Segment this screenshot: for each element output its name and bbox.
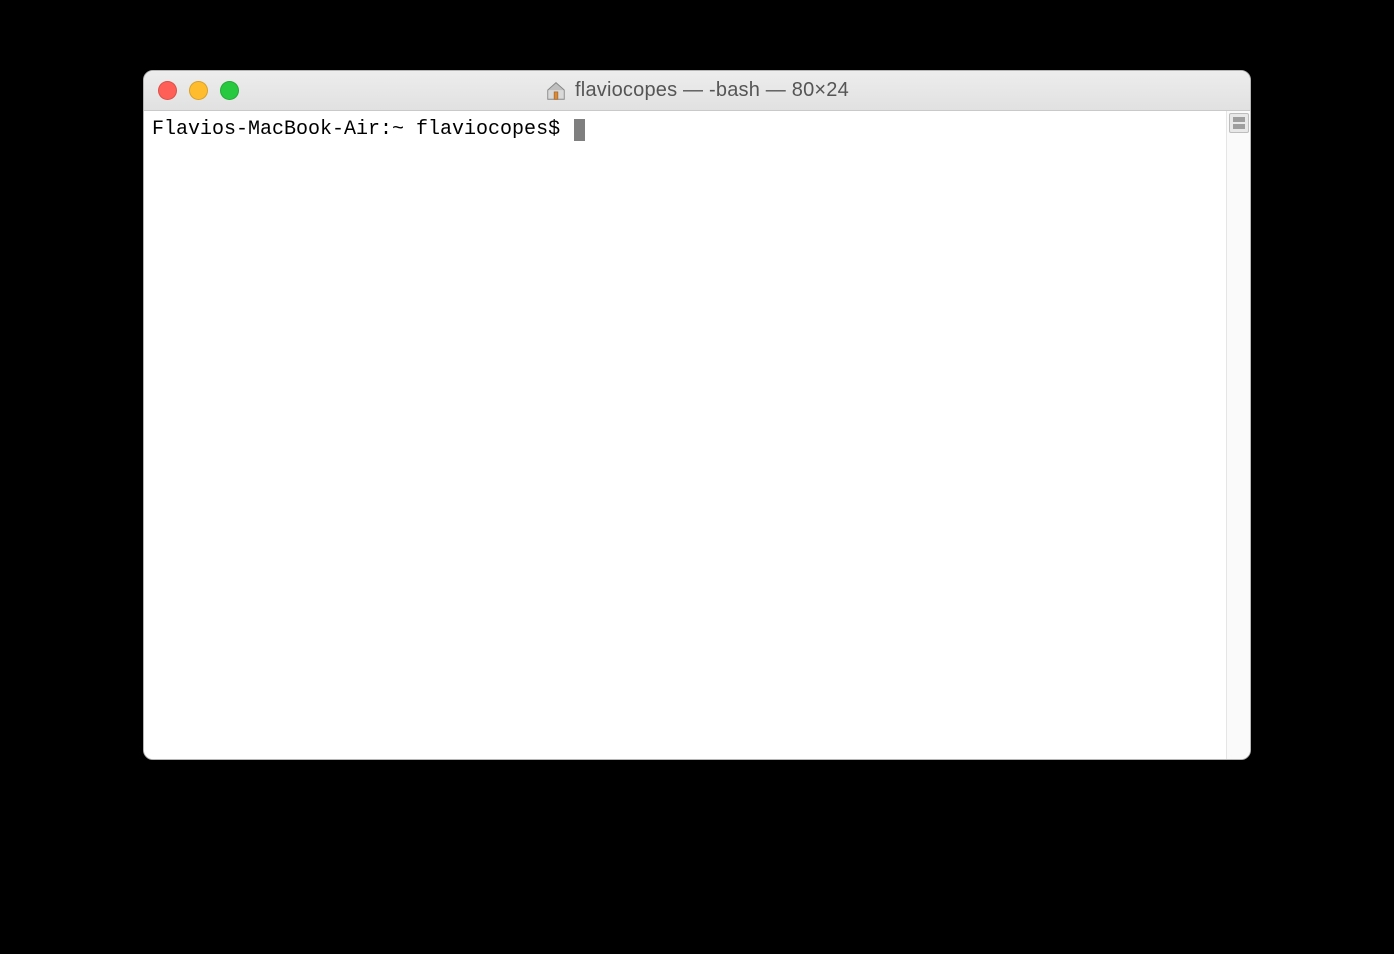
scrollbar-track[interactable]	[1227, 133, 1250, 759]
traffic-lights	[158, 81, 239, 100]
window-title: flaviocopes — -bash — 80×24	[575, 79, 849, 102]
window-titlebar[interactable]: flaviocopes — -bash — 80×24	[144, 71, 1250, 111]
minimize-button[interactable]	[189, 81, 208, 100]
scrollbar[interactable]	[1226, 111, 1250, 759]
cursor	[574, 119, 585, 141]
terminal-window: flaviocopes — -bash — 80×24 Flavios-MacB…	[143, 70, 1251, 760]
terminal-content[interactable]: Flavios-MacBook-Air:~ flaviocopes$	[144, 111, 1226, 759]
terminal-body: Flavios-MacBook-Air:~ flaviocopes$	[144, 111, 1250, 759]
scroll-position-icon[interactable]	[1229, 113, 1249, 133]
title-container: flaviocopes — -bash — 80×24	[144, 79, 1250, 102]
prompt-text: Flavios-MacBook-Air:~ flaviocopes$	[152, 118, 572, 141]
close-button[interactable]	[158, 81, 177, 100]
zoom-button[interactable]	[220, 81, 239, 100]
home-folder-icon	[545, 80, 567, 102]
